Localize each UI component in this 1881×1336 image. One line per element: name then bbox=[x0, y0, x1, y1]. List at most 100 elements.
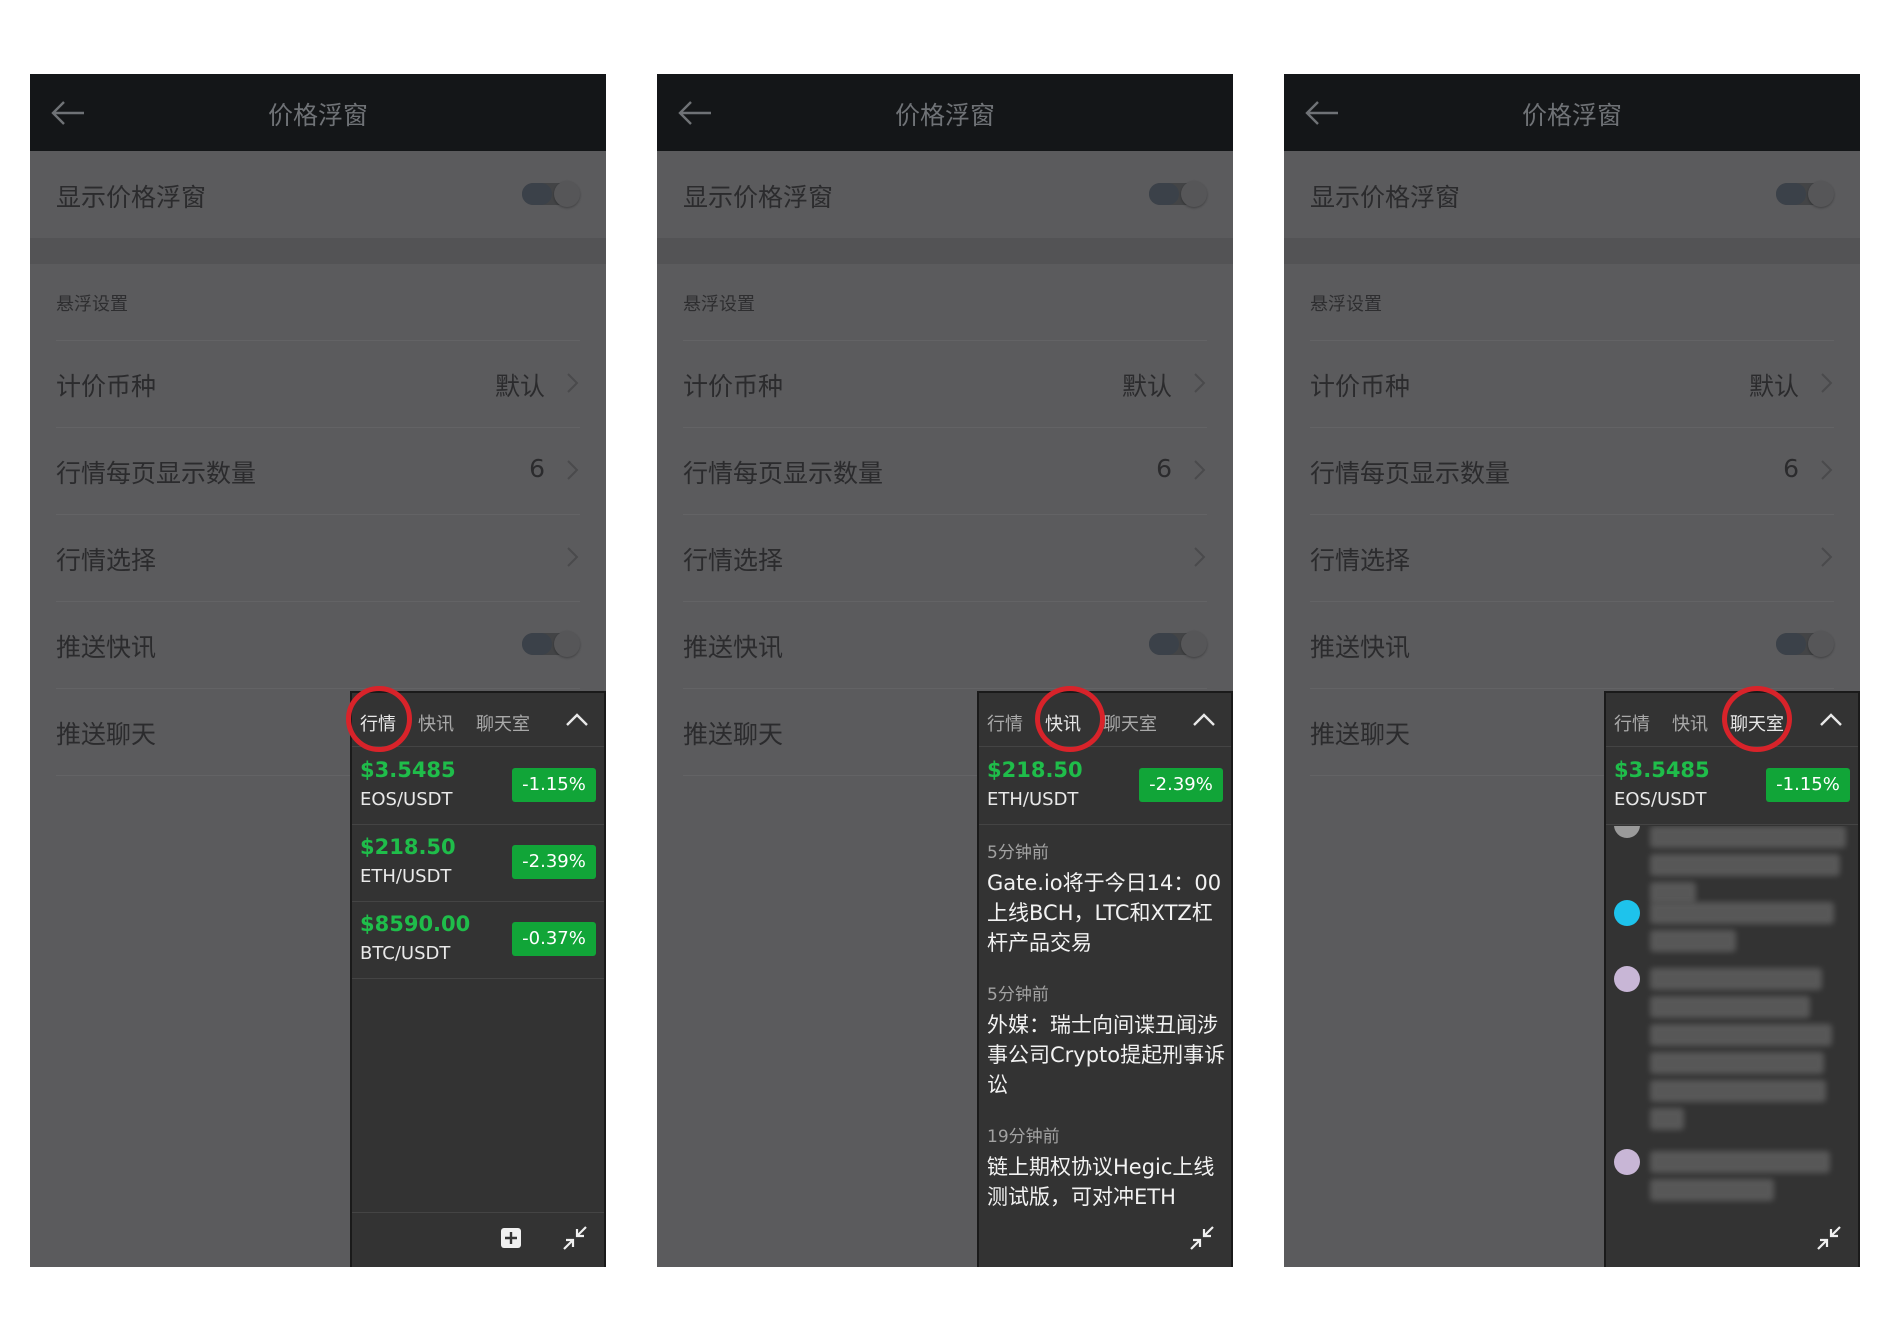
quote-pair: ETH/USDT bbox=[987, 789, 1079, 810]
quote-row[interactable]: $3.5485 EOS/USDT -1.15% bbox=[352, 748, 604, 825]
page-title: 价格浮窗 bbox=[267, 101, 368, 130]
section-gap bbox=[657, 238, 1233, 264]
app-header: 价格浮窗 bbox=[657, 74, 1233, 151]
quote-row[interactable]: $218.50 ETH/USDT -2.39% bbox=[352, 825, 604, 902]
currency-value: 默认 bbox=[494, 372, 545, 401]
screen-news-tab: 价格浮窗 显示价格浮窗 悬浮设置 计价币种 默认 行情每页显示数量 6 行情选择… bbox=[657, 74, 1233, 1267]
tab-news[interactable]: 快讯 bbox=[418, 710, 454, 736]
tab-chat[interactable]: 聊天室 bbox=[1103, 710, 1157, 736]
float-tabs: 行情 快讯 聊天室 bbox=[1606, 693, 1858, 747]
push-news-toggle[interactable] bbox=[1776, 631, 1834, 657]
currency-row[interactable]: 计价币种 默认 bbox=[657, 340, 1233, 427]
quote-price: $3.5485 bbox=[360, 758, 456, 782]
plus-square-icon[interactable] bbox=[500, 1227, 522, 1249]
news-time: 5分钟前 bbox=[987, 985, 1049, 1005]
show-float-label: 显示价格浮窗 bbox=[683, 183, 834, 212]
push-news-label: 推送快讯 bbox=[683, 633, 784, 662]
section-label: 悬浮设置 bbox=[56, 294, 128, 315]
currency-value: 默认 bbox=[1121, 372, 1172, 401]
quote-row[interactable]: $3.5485 EOS/USDT -1.15% bbox=[1606, 748, 1858, 825]
push-news-label: 推送快讯 bbox=[1310, 633, 1411, 662]
tab-chat[interactable]: 聊天室 bbox=[1730, 710, 1784, 736]
currency-row[interactable]: 计价币种 默认 bbox=[1284, 340, 1860, 427]
quote-change-badge: -2.39% bbox=[512, 845, 596, 879]
screen-chat-tab: 价格浮窗 显示价格浮窗 悬浮设置 计价币种 默认 行情每页显示数量 6 行情选择… bbox=[1284, 74, 1860, 1267]
quote-price: $3.5485 bbox=[1614, 758, 1710, 782]
per-page-row[interactable]: 行情每页显示数量 6 bbox=[30, 427, 606, 514]
per-page-label: 行情每页显示数量 bbox=[56, 459, 257, 488]
quote-price: $8590.00 bbox=[360, 912, 471, 936]
float-window[interactable]: 行情 快讯 聊天室 $218.50 ETH/USDT -2.39% 5分钟前 G… bbox=[977, 691, 1233, 1267]
news-item[interactable]: 链上期权协议Hegic上线测试版，可对冲ETH bbox=[987, 1152, 1227, 1212]
push-news-toggle[interactable] bbox=[1149, 631, 1207, 657]
app-header: 价格浮窗 bbox=[1284, 74, 1860, 151]
chevron-right-icon bbox=[1194, 460, 1206, 480]
currency-row[interactable]: 计价币种 默认 bbox=[30, 340, 606, 427]
quote-pair: BTC/USDT bbox=[360, 943, 451, 964]
chevron-up-icon[interactable] bbox=[1818, 709, 1844, 731]
per-page-value: 6 bbox=[529, 454, 545, 483]
show-float-label: 显示价格浮窗 bbox=[1310, 183, 1461, 212]
show-float-toggle[interactable] bbox=[1149, 181, 1207, 207]
push-chat-label: 推送聊天 bbox=[1310, 720, 1411, 749]
quote-change-badge: -0.37% bbox=[512, 922, 596, 956]
chevron-right-icon bbox=[1821, 547, 1833, 567]
tab-news[interactable]: 快讯 bbox=[1045, 710, 1081, 736]
chevron-up-icon[interactable] bbox=[1191, 709, 1217, 731]
per-page-row[interactable]: 行情每页显示数量 6 bbox=[1284, 427, 1860, 514]
push-news-toggle[interactable] bbox=[522, 631, 580, 657]
show-float-toggle[interactable] bbox=[1776, 181, 1834, 207]
float-tabs: 行情 快讯 聊天室 bbox=[352, 693, 604, 747]
push-news-label: 推送快讯 bbox=[56, 633, 157, 662]
section-gap bbox=[30, 238, 606, 264]
push-news-row: 推送快讯 bbox=[657, 601, 1233, 688]
tab-chat[interactable]: 聊天室 bbox=[476, 710, 530, 736]
currency-label: 计价币种 bbox=[1310, 372, 1411, 401]
market-select-label: 行情选择 bbox=[1310, 546, 1411, 575]
show-float-row: 显示价格浮窗 bbox=[1284, 151, 1860, 238]
market-select-label: 行情选择 bbox=[56, 546, 157, 575]
market-select-row[interactable]: 行情选择 bbox=[30, 514, 606, 601]
page-title: 价格浮窗 bbox=[1521, 101, 1622, 130]
shrink-arrows-icon[interactable] bbox=[1189, 1225, 1215, 1251]
quote-price: $218.50 bbox=[987, 758, 1083, 782]
tab-news[interactable]: 快讯 bbox=[1672, 710, 1708, 736]
quote-row[interactable]: $218.50 ETH/USDT -2.39% bbox=[979, 748, 1231, 825]
chevron-right-icon bbox=[567, 373, 579, 393]
float-window[interactable]: 行情 快讯 聊天室 $3.5485 EOS/USDT -1.15% $218.5… bbox=[350, 691, 606, 1267]
show-float-row: 显示价格浮窗 bbox=[657, 151, 1233, 238]
avatar bbox=[1614, 826, 1640, 838]
currency-label: 计价币种 bbox=[56, 372, 157, 401]
show-float-toggle[interactable] bbox=[522, 181, 580, 207]
per-page-label: 行情每页显示数量 bbox=[1310, 459, 1511, 488]
shrink-arrows-icon[interactable] bbox=[562, 1225, 588, 1251]
push-chat-label: 推送聊天 bbox=[56, 720, 157, 749]
tab-market[interactable]: 行情 bbox=[987, 710, 1023, 736]
chevron-right-icon bbox=[1194, 547, 1206, 567]
per-page-value: 6 bbox=[1783, 454, 1799, 483]
chevron-right-icon bbox=[1194, 373, 1206, 393]
tab-market[interactable]: 行情 bbox=[360, 710, 396, 736]
tab-market[interactable]: 行情 bbox=[1614, 710, 1650, 736]
quote-pair: EOS/USDT bbox=[360, 789, 453, 810]
quote-change-badge: -1.15% bbox=[512, 768, 596, 802]
show-float-label: 显示价格浮窗 bbox=[56, 183, 207, 212]
quote-row[interactable]: $8590.00 BTC/USDT -0.37% bbox=[352, 902, 604, 979]
per-page-row[interactable]: 行情每页显示数量 6 bbox=[657, 427, 1233, 514]
news-item[interactable]: 外媒：瑞士向间谍丑闻涉事公司Crypto提起刑事诉讼 bbox=[987, 1010, 1227, 1100]
market-select-row[interactable]: 行情选择 bbox=[657, 514, 1233, 601]
section-label: 悬浮设置 bbox=[683, 294, 755, 315]
push-chat-label: 推送聊天 bbox=[683, 720, 784, 749]
chat-messages[interactable] bbox=[1606, 826, 1858, 1209]
per-page-label: 行情每页显示数量 bbox=[683, 459, 884, 488]
market-select-row[interactable]: 行情选择 bbox=[1284, 514, 1860, 601]
page-title: 价格浮窗 bbox=[894, 101, 995, 130]
shrink-arrows-icon[interactable] bbox=[1816, 1225, 1842, 1251]
news-item[interactable]: Gate.io将于今日14：00上线BCH，LTC和XTZ杠杆产品交易 bbox=[987, 868, 1227, 958]
quote-price: $218.50 bbox=[360, 835, 456, 859]
quote-pair: EOS/USDT bbox=[1614, 789, 1707, 810]
float-window[interactable]: 行情 快讯 聊天室 $3.5485 EOS/USDT -1.15% bbox=[1604, 691, 1860, 1267]
chevron-up-icon[interactable] bbox=[564, 709, 590, 731]
app-header: 价格浮窗 bbox=[30, 74, 606, 151]
chevron-right-icon bbox=[1821, 460, 1833, 480]
